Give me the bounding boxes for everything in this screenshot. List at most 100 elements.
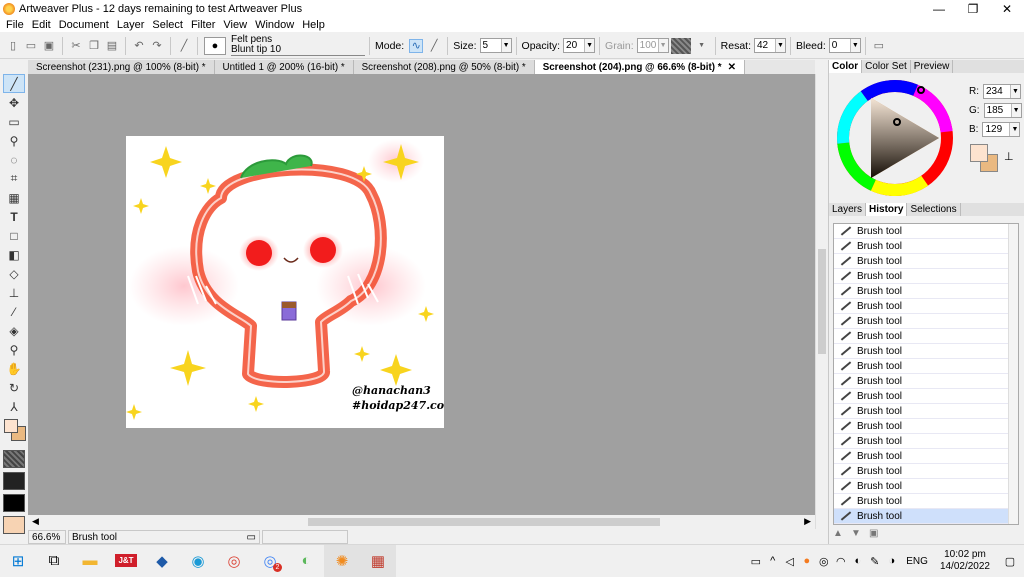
edge-icon[interactable]: ◉ [180, 545, 216, 577]
b-input[interactable]: 129 ▼ [982, 122, 1021, 137]
foreground-color-swatch[interactable] [4, 419, 18, 433]
brush-tool-icon[interactable]: ╱ [3, 74, 25, 93]
bleed-field[interactable]: 0 ▼ [828, 38, 861, 53]
paper-texture-icon[interactable] [670, 37, 691, 54]
save-icon[interactable]: ▣ [42, 39, 56, 53]
history-item[interactable]: Brush tool [834, 314, 1018, 329]
history-item[interactable]: Brush tool [834, 464, 1018, 479]
scroll-left-icon[interactable]: ◀ [32, 516, 39, 527]
g-input[interactable]: 185 ▼ [983, 103, 1022, 118]
menu-edit[interactable]: Edit [28, 19, 55, 31]
opacity-field[interactable]: 20 ▼ [563, 38, 596, 53]
app-tray-icon[interactable]: ◎ [815, 555, 832, 568]
open-icon[interactable]: ▭ [24, 39, 38, 53]
fill-bucket-icon[interactable]: ◈ [3, 321, 25, 340]
chevron-down-icon[interactable]: ▼ [1009, 123, 1020, 136]
brush-selector[interactable]: Felt pens Blunt tip 10 [231, 35, 365, 56]
history-item[interactable]: Brush tool [834, 419, 1018, 434]
chevron-down-icon[interactable]: ▼ [500, 39, 511, 52]
scroll-thumb[interactable] [818, 249, 826, 354]
tab-untitled-1[interactable]: Untitled 1 @ 200% (16-bit) * [214, 60, 354, 74]
clock[interactable]: 10:02 pm 14/02/2022 [940, 549, 990, 573]
history-item[interactable]: Brush tool [834, 269, 1018, 284]
tab-layers[interactable]: Layers [829, 203, 867, 216]
input-method-icon[interactable]: ✎ [866, 555, 883, 568]
mode-line-icon[interactable]: ╱ [427, 39, 441, 53]
file-explorer-icon[interactable]: ▬ [72, 545, 108, 577]
tab-color-set[interactable]: Color Set [862, 60, 911, 73]
tab-selections[interactable]: Selections [907, 203, 961, 216]
mode-freehand-icon[interactable]: ∿ [409, 38, 424, 53]
task-view-icon[interactable]: ⧉ [36, 545, 72, 577]
zoom-field[interactable]: 66.6% [28, 530, 66, 544]
language-indicator[interactable]: ENG [906, 556, 928, 567]
resat-field[interactable]: 42 ▼ [754, 38, 786, 53]
history-item[interactable]: Brush tool [834, 434, 1018, 449]
history-item[interactable]: Brush tool [834, 389, 1018, 404]
tab-screenshot-208[interactable]: Screenshot (208).png @ 50% (8-bit) * [353, 60, 535, 74]
artweaver-taskbar-icon[interactable]: ✺ [324, 544, 360, 577]
paste-icon[interactable]: ▤ [105, 39, 119, 53]
tab-preview[interactable]: Preview [911, 60, 954, 73]
history-item[interactable]: Brush tool [834, 449, 1018, 464]
keyboard-icon[interactable]: ▭ [747, 555, 764, 568]
tab-color[interactable]: Color [829, 60, 863, 73]
minimize-button[interactable]: — [922, 0, 956, 17]
warp-icon[interactable]: ⅄ [3, 397, 25, 416]
windows-ink-icon[interactable]: ◐ [849, 555, 866, 567]
gradient-swatch[interactable] [3, 494, 25, 512]
menu-select[interactable]: Select [148, 19, 187, 31]
magic-wand-icon[interactable]: ⚲ [3, 131, 25, 150]
crop-icon[interactable]: ⌗ [3, 169, 25, 188]
history-item[interactable]: Brush tool [834, 404, 1018, 419]
tab-history[interactable]: History [866, 203, 908, 216]
size-field[interactable]: 5 ▼ [479, 38, 512, 53]
chevron-down-icon[interactable]: ▼ [695, 39, 709, 53]
secondary-color-swatch[interactable] [970, 144, 988, 162]
history-item-current[interactable]: Brush tool [834, 509, 1018, 524]
chevron-down-icon[interactable]: ▼ [1010, 85, 1020, 98]
palette-toggle-icon[interactable]: ▭ [872, 39, 886, 53]
vertical-scrollbar[interactable] [815, 74, 827, 529]
horizontal-scrollbar[interactable]: ◀ ▶ [28, 515, 815, 529]
menu-window[interactable]: Window [251, 19, 298, 31]
history-item[interactable]: Brush tool [834, 359, 1018, 374]
color-wheel[interactable] [833, 76, 957, 200]
paper-swatch[interactable] [3, 516, 25, 534]
drawing-canvas[interactable]: @hanachan3 #hoidap247.com [126, 136, 444, 428]
menu-layer[interactable]: Layer [113, 19, 149, 31]
text-tool-icon[interactable]: T [3, 207, 25, 226]
chevron-down-icon[interactable]: ▼ [584, 39, 595, 52]
chevron-down-icon[interactable]: ▼ [1010, 104, 1021, 117]
undo-icon[interactable]: ↶ [132, 39, 146, 53]
info-icon[interactable]: ▭ [247, 532, 256, 543]
windows-start-icon[interactable]: ⊞ [0, 545, 36, 577]
tab-screenshot-231[interactable]: Screenshot (231).png @ 100% (8-bit) * [28, 60, 215, 74]
shape-tool-icon[interactable]: □ [3, 226, 25, 245]
menu-document[interactable]: Document [55, 19, 113, 31]
artweaver-green-icon[interactable]: ◐ [288, 545, 324, 577]
color-swatches[interactable] [3, 418, 27, 442]
history-item[interactable]: Brush tool [834, 329, 1018, 344]
menu-filter[interactable]: Filter [187, 19, 219, 31]
notifications-icon[interactable]: ▢ [996, 555, 1024, 568]
history-item[interactable]: Brush tool [834, 239, 1018, 254]
avast-icon[interactable]: ● [798, 555, 815, 567]
history-item[interactable]: Brush tool [834, 344, 1018, 359]
scroll-right-icon[interactable]: ▶ [804, 516, 811, 527]
brush-icon[interactable]: ╱ [177, 39, 191, 53]
close-tab-icon[interactable]: ✕ [728, 62, 736, 73]
step-back-icon[interactable]: ▲ [833, 528, 851, 539]
eyedropper-icon[interactable]: ⊥ [1004, 150, 1014, 163]
r-input[interactable]: 234 ▼ [983, 84, 1021, 99]
delete-history-icon[interactable]: ▣ [869, 528, 887, 539]
menu-help[interactable]: Help [298, 19, 329, 31]
history-item[interactable]: Brush tool [834, 374, 1018, 389]
redo-icon[interactable]: ↷ [150, 39, 164, 53]
canvas-workspace[interactable]: @hanachan3 #hoidap247.com [28, 74, 815, 515]
close-button[interactable]: ✕ [990, 0, 1024, 17]
lasso-icon[interactable]: ◌ [3, 150, 25, 169]
scroll-thumb[interactable] [308, 518, 660, 526]
new-document-icon[interactable]: ▯ [6, 39, 20, 53]
history-item[interactable]: Brush tool [834, 224, 1018, 239]
